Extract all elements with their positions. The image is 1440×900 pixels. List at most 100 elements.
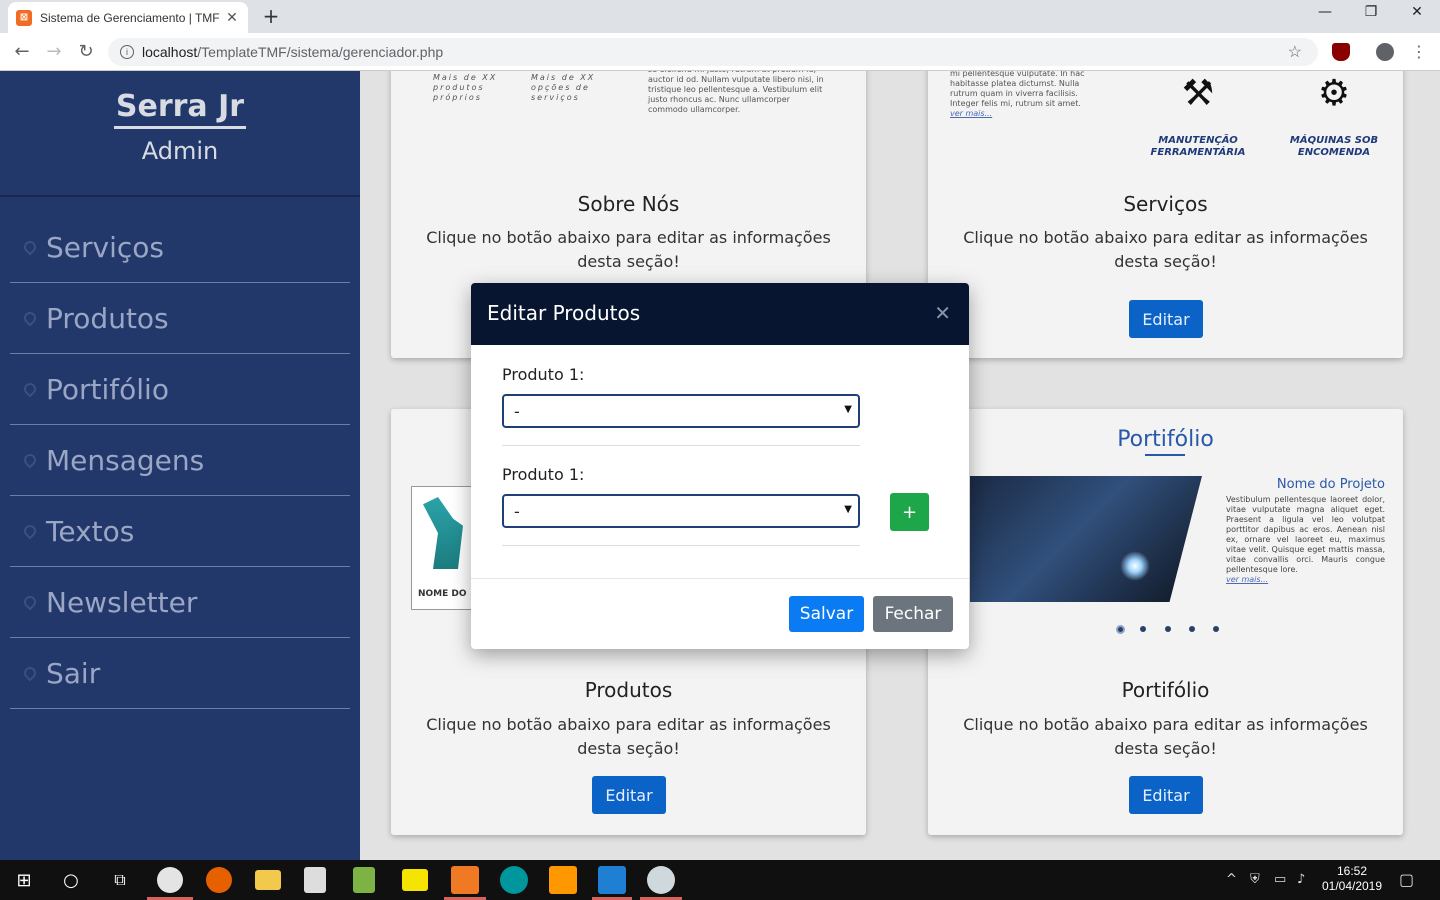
- chrome-taskbar-icon[interactable]: [157, 867, 183, 893]
- sidebar-item-label: Textos: [46, 514, 135, 548]
- thumb-stat: Mais de XX opções de serviços: [531, 73, 596, 102]
- map-pin-icon: [21, 522, 39, 540]
- clock-date: 01/04/2019: [1321, 879, 1383, 893]
- xampp-taskbar-icon[interactable]: [451, 866, 479, 894]
- browser-tabbar: ⊠ Sistema de Gerenciamento | TMF ✕ + — ❐…: [0, 0, 1440, 33]
- firefox-taskbar-icon[interactable]: [206, 867, 232, 893]
- sticky-notes-icon[interactable]: [402, 869, 428, 891]
- address-bar[interactable]: i localhost/TemplateTMF/sistema/gerencia…: [108, 38, 1318, 66]
- product-field-label: Produto 1:: [502, 365, 585, 384]
- edit-produtos-button[interactable]: Editar: [592, 776, 666, 814]
- sidebar: Serra Jr Admin Serviços Produtos Portifó…: [0, 71, 360, 860]
- card-title: Sobre Nós: [577, 192, 680, 216]
- sidebar-item-label: Produtos: [46, 301, 169, 335]
- maximize-button[interactable]: ❐: [1348, 4, 1394, 20]
- brand: Serra Jr Admin: [0, 89, 360, 165]
- card-portifolio: Portifólio Nome do Projeto Vestibulum pe…: [928, 409, 1403, 835]
- sidebar-item-portifolio[interactable]: Portifólio: [10, 354, 350, 425]
- brand-title[interactable]: Serra Jr: [113, 89, 247, 129]
- sidebar-item-newsletter[interactable]: Newsletter: [10, 567, 350, 638]
- brand-role: Admin: [141, 137, 219, 165]
- notepad-icon[interactable]: [353, 867, 375, 893]
- volume-icon[interactable]: ♪: [1297, 872, 1305, 887]
- card-description: Clique no botão abaixo para editar as in…: [426, 715, 831, 758]
- bookmark-star-icon[interactable]: ☆: [1288, 42, 1302, 62]
- forward-button[interactable]: →: [42, 41, 66, 62]
- taskbar-clock[interactable]: 16:52 01/04/2019: [1316, 864, 1388, 894]
- vscode-taskbar-icon[interactable]: [598, 866, 626, 894]
- product-select-2[interactable]: - ▼: [502, 494, 860, 528]
- url-path: /TemplateTMF/sistema/gerenciador.php: [197, 44, 444, 60]
- product-thumb-name: NOME DO: [418, 589, 467, 599]
- reload-button[interactable]: ↻: [74, 41, 98, 62]
- modal-footer-divider: [471, 578, 969, 579]
- field-separator: [502, 545, 860, 546]
- sidebar-item-label: Sair: [46, 656, 101, 690]
- sidebar-item-label: Portifólio: [46, 372, 169, 406]
- thumb-link[interactable]: ver mais...: [950, 109, 992, 118]
- map-pin-icon: [21, 238, 39, 256]
- add-product-button[interactable]: +: [890, 493, 929, 531]
- edit-servicos-button[interactable]: Editar: [1129, 300, 1203, 338]
- project-text: Vestibulum pellentesque laoreet dolor, v…: [1226, 495, 1385, 585]
- new-tab-button[interactable]: +: [260, 4, 282, 28]
- paint-taskbar-icon[interactable]: [647, 866, 675, 894]
- sidebar-item-textos[interactable]: Textos: [10, 496, 350, 567]
- card-title: Serviços: [1123, 192, 1208, 216]
- welding-photo: [970, 476, 1202, 602]
- xampp-favicon-icon: ⊠: [16, 9, 32, 26]
- ublock-extension-icon[interactable]: [1332, 43, 1350, 61]
- card-title: Produtos: [584, 678, 673, 702]
- project-link[interactable]: ver mais...: [1226, 575, 1268, 584]
- url-host: localhost: [142, 44, 198, 60]
- product-select-1[interactable]: - ▼: [502, 394, 860, 428]
- windows-taskbar: ⊞ ○ ⧉ ^ ⛨ ▭ ♪ 16:52 01/04/2019 ▢: [0, 860, 1440, 900]
- cortana-search-icon[interactable]: ○: [57, 866, 85, 894]
- browser-tab[interactable]: ⊠ Sistema de Gerenciamento | TMF ✕: [8, 2, 248, 33]
- thumb-text: mi pellentesque vulputate. In hac habita…: [950, 71, 1105, 119]
- carousel-dot[interactable]: [1116, 625, 1125, 634]
- modal-close-icon[interactable]: ✕: [934, 301, 951, 325]
- file-explorer-icon[interactable]: [255, 870, 281, 890]
- map-pin-icon: [21, 593, 39, 611]
- carousel-dot[interactable]: [1140, 626, 1146, 632]
- dropdown-arrow-icon: ▼: [844, 504, 852, 515]
- save-button[interactable]: Salvar: [789, 596, 864, 632]
- map-pin-icon: [21, 380, 39, 398]
- product-thumbnail: NOME DO: [411, 486, 473, 610]
- window-close-button[interactable]: ✕: [1394, 4, 1440, 20]
- tray-expand-icon[interactable]: ^: [1226, 872, 1237, 887]
- sidebar-item-sair[interactable]: Sair: [10, 638, 350, 709]
- carousel-dot[interactable]: [1165, 626, 1171, 632]
- carousel-dot[interactable]: [1189, 626, 1195, 632]
- notifications-icon[interactable]: ▢: [1399, 870, 1414, 889]
- modal-header: Editar Produtos ✕: [471, 283, 969, 345]
- carousel-dot[interactable]: [1213, 626, 1219, 632]
- project-text-body: Vestibulum pellentesque laoreet dolor, v…: [1226, 495, 1385, 574]
- portfolio-thumb-heading: Portifólio: [1117, 427, 1214, 452]
- sublime-text-icon[interactable]: [549, 866, 577, 894]
- sidebar-item-mensagens[interactable]: Mensagens: [10, 425, 350, 496]
- minimize-button[interactable]: —: [1302, 4, 1348, 20]
- sidebar-divider: [0, 195, 360, 197]
- project-title: Nome do Projeto: [1276, 477, 1385, 492]
- windows-start-icon[interactable]: ⊞: [10, 866, 38, 894]
- close-button[interactable]: Fechar: [873, 596, 953, 632]
- map-pin-icon: [21, 451, 39, 469]
- network-icon[interactable]: ▭: [1274, 872, 1286, 887]
- back-button[interactable]: ←: [10, 41, 34, 62]
- security-shield-icon[interactable]: ⛨: [1250, 872, 1260, 887]
- field-separator: [502, 445, 860, 446]
- task-view-icon[interactable]: ⧉: [106, 866, 134, 894]
- arduino-taskbar-icon[interactable]: [500, 866, 528, 894]
- browser-menu-icon[interactable]: ⋮: [1410, 43, 1428, 61]
- tab-close-icon[interactable]: ✕: [224, 10, 240, 26]
- edit-portifolio-button[interactable]: Editar: [1129, 776, 1203, 814]
- profile-avatar-icon[interactable]: [1376, 43, 1394, 61]
- info-icon[interactable]: i: [120, 45, 134, 59]
- service-label: MÁQUINAS SOB ENCOMENDA: [1289, 135, 1379, 158]
- sidebar-item-produtos[interactable]: Produtos: [10, 283, 350, 354]
- calculator-icon[interactable]: [304, 867, 326, 893]
- sidebar-item-servicos[interactable]: Serviços: [10, 212, 350, 283]
- welding-spark: [1120, 551, 1150, 581]
